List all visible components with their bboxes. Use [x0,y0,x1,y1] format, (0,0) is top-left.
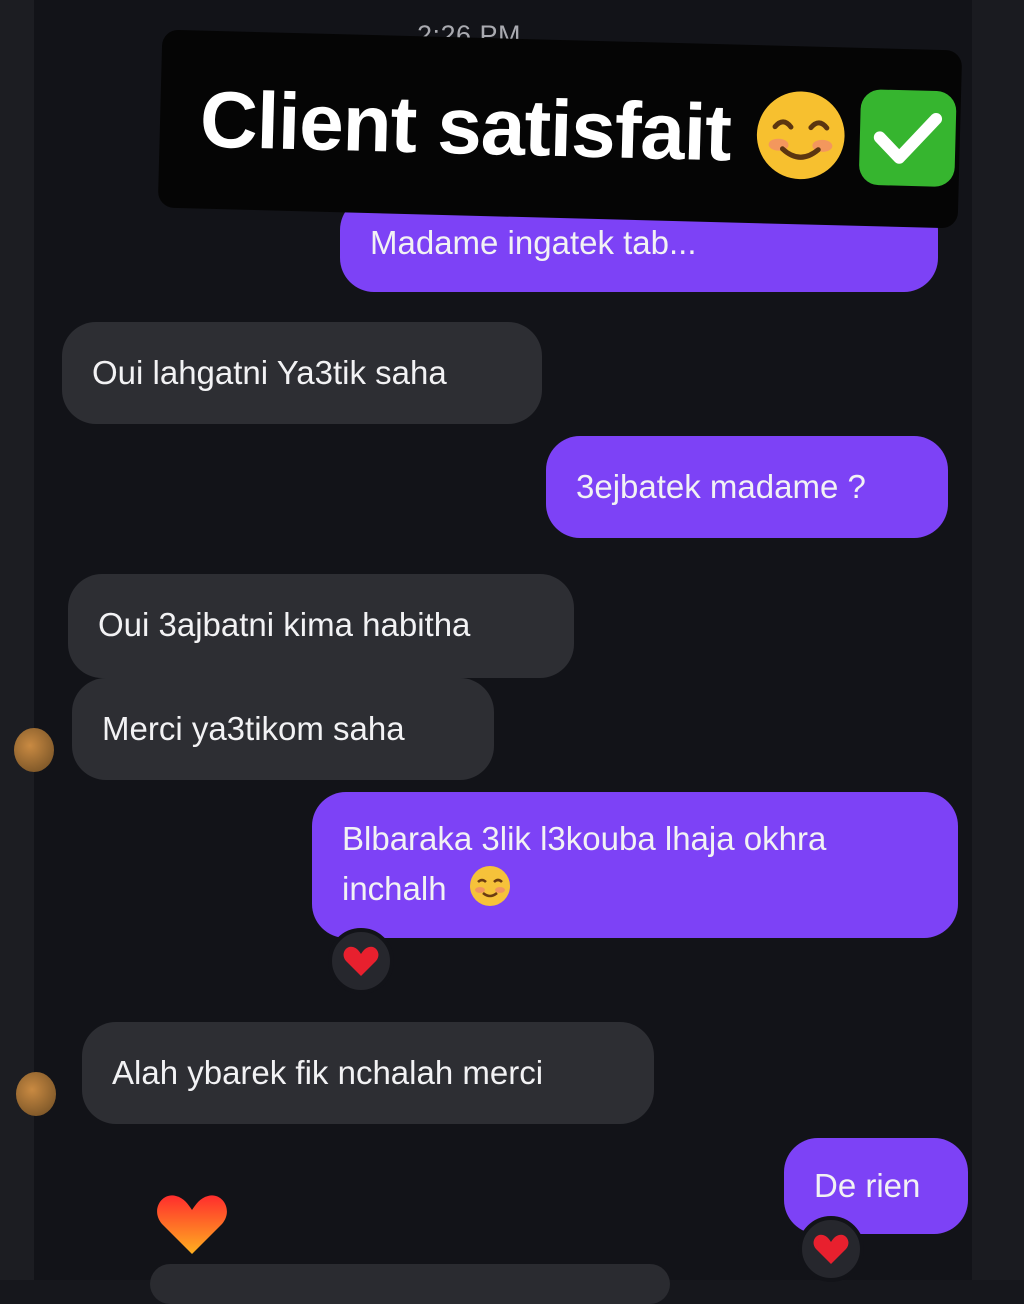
message-text: Alah ybarek fik nchalah merci [112,1054,544,1091]
smiling-face-icon [756,91,845,180]
reaction-badge[interactable] [328,928,394,994]
reaction-badge[interactable] [798,1216,864,1282]
message-text: Madame ingatek tab... [370,224,697,261]
message-text: De rien [814,1167,921,1204]
avatar [16,1072,56,1116]
message-incoming-3[interactable]: Merci ya3tikom saha [72,678,494,780]
message-outgoing-2[interactable]: 3ejbatek madame ? [546,436,948,538]
message-incoming-4[interactable]: Alah ybarek fik nchalah merci [82,1022,654,1124]
message-line-1: Blbaraka 3lik l3kouba lhaja okhra [342,820,827,857]
caption-banner: Client satisfait [157,29,963,229]
message-incoming-2[interactable]: Oui 3ajbatni kima habitha [68,574,574,678]
heart-icon [343,946,379,976]
banner-text: Client satisfait [198,74,732,178]
composer-bar[interactable] [150,1264,670,1304]
message-outgoing-4[interactable]: De rien [784,1138,968,1234]
message-line-2-text: inchalh [342,870,447,907]
blushing-face-icon [469,866,510,906]
message-text: Merci ya3tikom saha [102,710,405,747]
message-line-2: inchalh [342,864,928,914]
heart-gradient-sticker-icon [157,1195,227,1254]
message-text: Oui lahgatni Ya3tik saha [92,354,447,391]
heart-icon [813,1234,849,1264]
message-incoming-1[interactable]: Oui lahgatni Ya3tik saha [62,322,542,424]
message-text: Oui 3ajbatni kima habitha [98,606,471,643]
message-text: 3ejbatek madame ? [576,468,866,505]
right-edge [972,0,1024,1280]
check-mark-button-icon [859,89,957,187]
message-outgoing-3[interactable]: Blbaraka 3lik l3kouba lhaja okhra inchal… [312,792,958,938]
avatar [14,728,54,772]
